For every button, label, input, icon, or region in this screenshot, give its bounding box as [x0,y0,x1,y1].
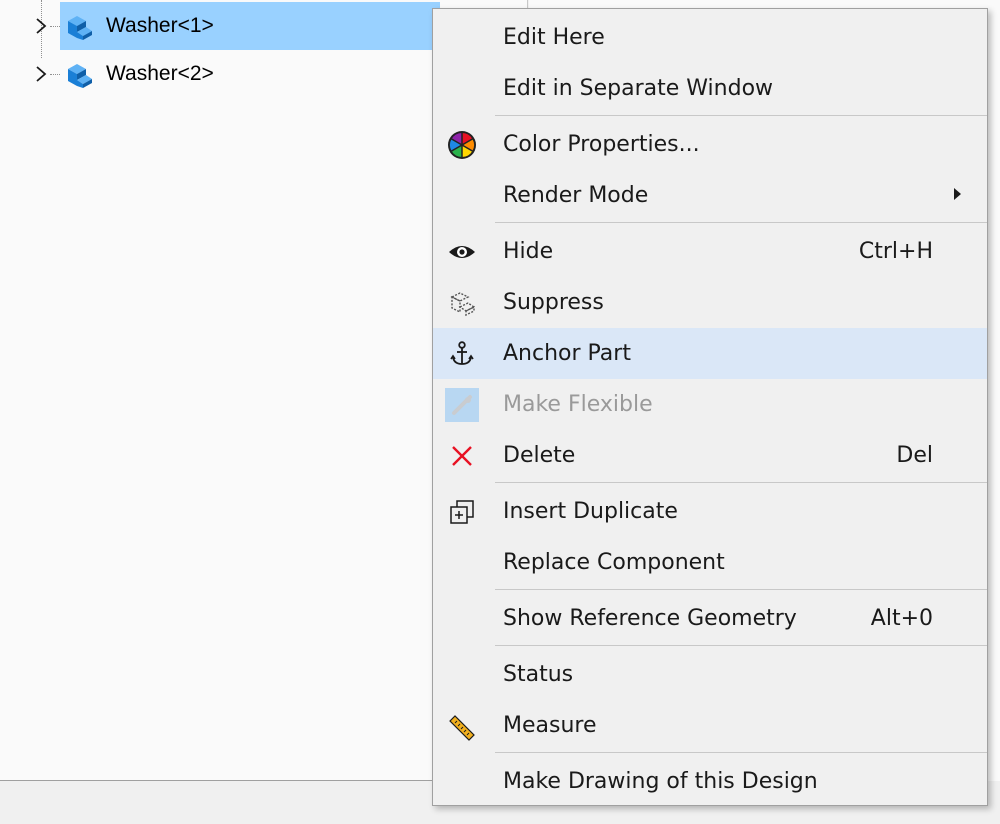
chevron-right-icon[interactable] [33,16,49,36]
menu-item-label: Measure [503,713,597,738]
suppress-part-icon [445,286,479,320]
color-wheel-icon [445,128,479,162]
menu-item-label: Anchor Part [503,341,631,366]
submenu-arrow-icon [954,188,961,200]
tree-guide-line [50,74,60,75]
menu-item-label: Show Reference Geometry [503,606,797,631]
menu-item-label: Edit Here [503,25,605,50]
menu-item-label: Color Properties... [503,132,700,157]
menu-separator [495,482,987,483]
menu-item-edit-here[interactable]: Edit Here [433,12,987,63]
menu-item-label: Delete [503,443,576,468]
menu-separator [495,645,987,646]
menu-separator [495,752,987,753]
delete-x-icon [445,439,479,473]
menu-separator [495,222,987,223]
ruler-icon [445,709,479,743]
menu-separator [495,589,987,590]
anchor-icon [445,337,479,371]
menu-item-label: Hide [503,239,554,264]
menu-item-label: Make Flexible [503,392,653,417]
menu-item-label: Status [503,662,574,687]
menu-item-anchor-part[interactable]: Anchor Part [433,328,987,379]
insert-duplicate-icon [445,495,479,529]
menu-item-delete[interactable]: Delete Del [433,430,987,481]
tree-item-label: Washer<1> [106,14,214,37]
menu-separator [495,115,987,116]
menu-item-edit-in-separate-window[interactable]: Edit in Separate Window [433,63,987,114]
context-menu: Edit Here Edit in Separate Window Color … [432,8,988,806]
menu-item-make-drawing[interactable]: Make Drawing of this Design [433,756,987,807]
menu-item-label: Insert Duplicate [503,499,678,524]
menu-item-label: Suppress [503,290,604,315]
menu-item-shortcut: Ctrl+H [858,239,933,264]
flexible-icon [445,388,479,422]
menu-item-label: Edit in Separate Window [503,76,774,101]
eye-icon [445,235,479,269]
chevron-right-icon[interactable] [33,64,49,84]
menu-item-status[interactable]: Status [433,649,987,700]
menu-item-label: Replace Component [503,550,725,575]
menu-item-make-flexible: Make Flexible [433,379,987,430]
menu-item-render-mode[interactable]: Render Mode [433,170,987,221]
menu-item-color-properties[interactable]: Color Properties... [433,119,987,170]
menu-item-hide[interactable]: Hide Ctrl+H [433,226,987,277]
part-icon [68,64,92,88]
menu-item-suppress[interactable]: Suppress [433,277,987,328]
menu-item-replace-component[interactable]: Replace Component [433,537,987,588]
tree-guide-line [50,26,60,27]
menu-item-label: Render Mode [503,183,649,208]
tree-item-label: Washer<2> [106,62,214,85]
menu-item-label: Make Drawing of this Design [503,769,818,794]
part-icon [68,16,92,40]
menu-item-insert-duplicate[interactable]: Insert Duplicate [433,486,987,537]
menu-item-shortcut: Alt+0 [870,606,933,631]
menu-item-show-reference-geometry[interactable]: Show Reference Geometry Alt+0 [433,593,987,644]
menu-item-measure[interactable]: Measure [433,700,987,751]
menu-item-shortcut: Del [896,443,933,468]
